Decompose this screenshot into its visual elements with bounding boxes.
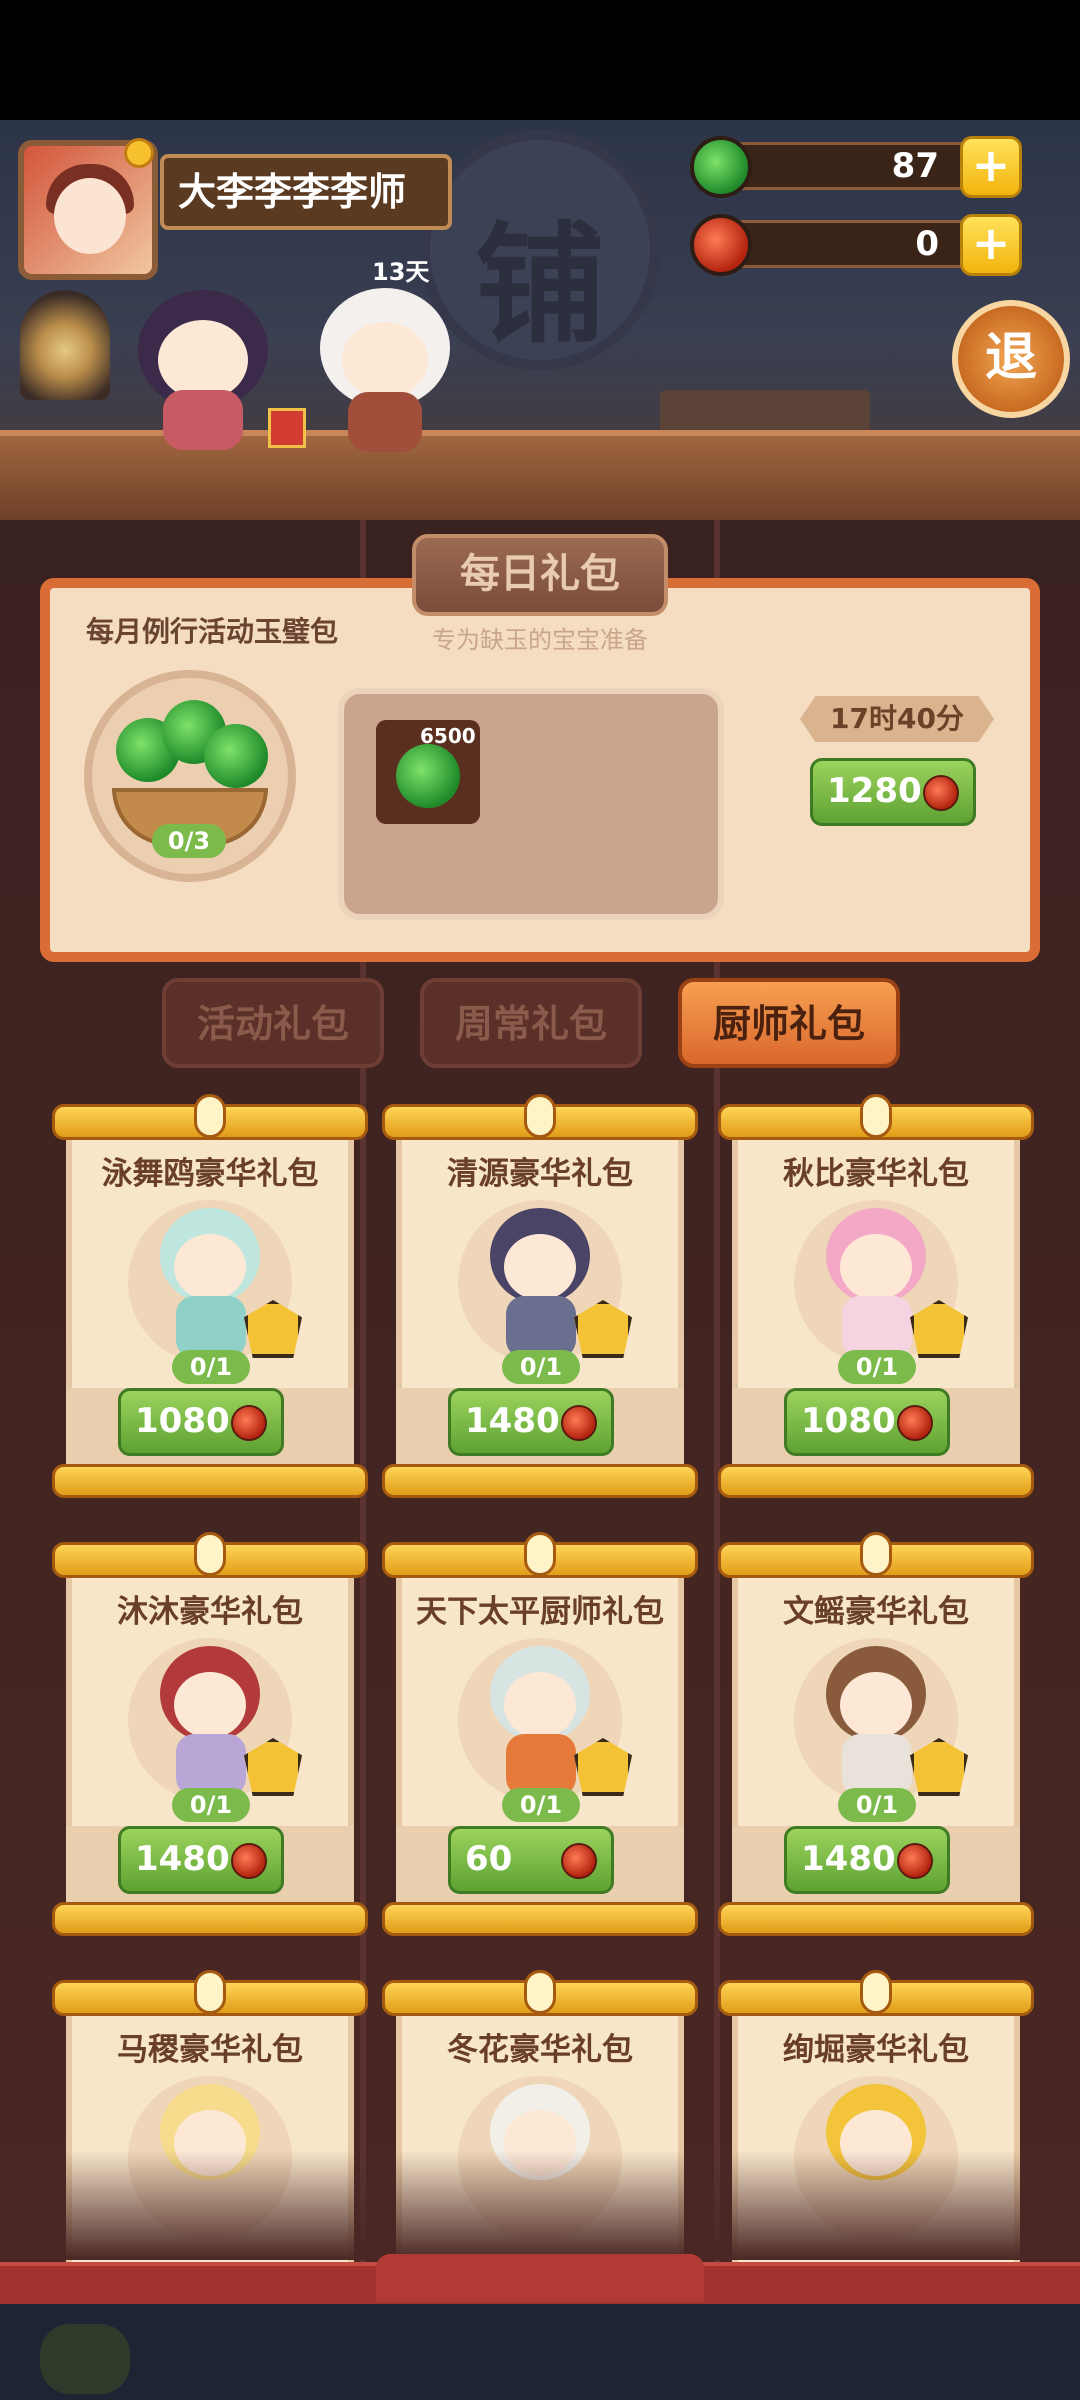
pack-title: 冬花豪华礼包 xyxy=(447,2032,633,2068)
bottom-tab xyxy=(376,2254,704,2302)
red-jade-icon xyxy=(561,1405,597,1441)
pack-title: 文鳐豪华礼包 xyxy=(783,1594,969,1630)
chef-face xyxy=(174,1672,246,1738)
price-label: 1080 xyxy=(135,1401,230,1441)
companion-days-label: 13天 xyxy=(372,258,430,286)
price-label: 1080 xyxy=(801,1401,896,1441)
chef-pack-card[interactable]: 天下太平厨师礼包 0/1 60 xyxy=(382,1532,698,1946)
pack-buy-button[interactable]: 1480 xyxy=(118,1826,284,1894)
reward-quantity: 6500 xyxy=(420,724,476,748)
background-scene xyxy=(0,2304,1080,2400)
tab-chef-packs[interactable]: 厨师礼包 xyxy=(678,978,900,1068)
add-ruby-button[interactable]: + xyxy=(960,214,1022,276)
chef-pack-card[interactable]: 秋比豪华礼包 0/1 1080 xyxy=(718,1094,1034,1508)
pack-progress: 0/1 xyxy=(838,1350,916,1384)
vip-badge-icon xyxy=(124,138,154,168)
daily-pack-title: 每日礼包 xyxy=(412,534,668,616)
chef-face xyxy=(504,1672,576,1738)
scroll-knob xyxy=(524,1532,556,1576)
red-jade-icon xyxy=(897,1843,933,1879)
pack-progress: 0/1 xyxy=(172,1350,250,1384)
pack-title: 沐沐豪华礼包 xyxy=(117,1594,303,1630)
pack-buy-button[interactable]: 1480 xyxy=(448,1388,614,1456)
red-jade-icon xyxy=(231,1843,267,1879)
pack-title: 绚堀豪华礼包 xyxy=(783,2032,969,2068)
chef-body xyxy=(176,1734,246,1796)
pack-title: 马稷豪华礼包 xyxy=(117,2032,303,2068)
scroll-knob xyxy=(194,1094,226,1138)
pack-progress: 0/1 xyxy=(838,1788,916,1822)
pack-buy-button[interactable]: 1080 xyxy=(784,1388,950,1456)
pack-progress: 0/1 xyxy=(502,1350,580,1384)
red-jade-icon xyxy=(897,1405,933,1441)
scroll-knob xyxy=(524,1970,556,2014)
status-bar xyxy=(0,0,1080,120)
scroll-rod xyxy=(718,1464,1034,1498)
pack-progress: 0/1 xyxy=(502,1788,580,1822)
chef-body xyxy=(506,1296,576,1358)
scroll-knob xyxy=(860,1094,892,1138)
pack-title: 天下太平厨师礼包 xyxy=(416,1594,664,1630)
red-jade-icon xyxy=(690,214,752,276)
daily-progress: 0/3 xyxy=(152,824,226,858)
lamp-icon xyxy=(20,290,110,400)
gift-box-icon[interactable] xyxy=(268,408,306,448)
red-jade-icon xyxy=(231,1405,267,1441)
chef-face xyxy=(174,1234,246,1300)
scroll-knob xyxy=(860,1970,892,2014)
price-label: 1280 xyxy=(827,771,922,811)
pack-buy-button[interactable]: 1480 xyxy=(784,1826,950,1894)
pack-title: 清源豪华礼包 xyxy=(447,1156,633,1192)
chef-body xyxy=(506,1734,576,1796)
scroll-rod xyxy=(52,1902,368,1936)
scroll-rod xyxy=(382,1902,698,1936)
shop-counter xyxy=(0,430,1080,520)
exit-button[interactable]: 退 xyxy=(952,300,1070,418)
red-jade-icon xyxy=(561,1843,597,1879)
scroll-knob xyxy=(860,1532,892,1576)
chef-face xyxy=(504,1234,576,1300)
chef-pack-card[interactable]: 泳舞鸥豪华礼包 0/1 1080 xyxy=(52,1094,368,1508)
scroll-rod xyxy=(52,1464,368,1498)
daily-timer: 17时40分 xyxy=(800,696,994,742)
chef-character-white-hair[interactable] xyxy=(310,270,460,452)
daily-buy-button[interactable]: 1280 xyxy=(810,758,976,826)
chef-character-princess[interactable] xyxy=(118,270,288,450)
pack-title: 秋比豪华礼包 xyxy=(783,1156,969,1192)
green-jade-icon xyxy=(690,136,752,198)
price-label: 60 xyxy=(465,1839,513,1879)
green-jade-icon xyxy=(396,744,460,808)
chef-pack-card[interactable]: 文鳐豪华礼包 0/1 1480 xyxy=(718,1532,1034,1946)
tab-event-packs[interactable]: 活动礼包 xyxy=(162,978,384,1068)
chef-body xyxy=(842,1734,912,1796)
pack-progress: 0/1 xyxy=(172,1788,250,1822)
chef-face xyxy=(840,1672,912,1738)
chef-face xyxy=(840,1234,912,1300)
daily-pack-name: 每月例行活动玉璧包 xyxy=(86,615,339,648)
red-jade-icon xyxy=(923,775,959,811)
chef-body xyxy=(842,1296,912,1358)
pack-title: 泳舞鸥豪华礼包 xyxy=(101,1156,319,1192)
scroll-rod xyxy=(718,1902,1034,1936)
price-label: 1480 xyxy=(135,1839,230,1879)
pack-buy-button[interactable]: 1080 xyxy=(118,1388,284,1456)
pack-buy-button[interactable]: 60 xyxy=(448,1826,614,1894)
daily-pack-subtitle: 专为缺玉的宝宝准备 xyxy=(432,626,648,654)
avatar[interactable] xyxy=(18,138,158,280)
scroll-knob xyxy=(524,1094,556,1138)
chef-pack-card[interactable]: 沐沐豪华礼包 0/1 1480 xyxy=(52,1532,368,1946)
ruby-currency: 0 + xyxy=(690,214,1030,276)
grid-fade xyxy=(0,2150,1080,2260)
scroll-knob xyxy=(194,1532,226,1576)
add-jade-button[interactable]: + xyxy=(960,136,1022,198)
scroll-knob xyxy=(194,1970,226,2014)
chef-pack-card[interactable]: 清源豪华礼包 0/1 1480 xyxy=(382,1094,698,1508)
scroll-rod xyxy=(382,1464,698,1498)
price-label: 1480 xyxy=(465,1401,560,1441)
jade-currency: 87 + xyxy=(690,136,1030,198)
price-label: 1480 xyxy=(801,1839,896,1879)
player-name: 大李李李李师 xyxy=(160,154,452,230)
tab-weekly-packs[interactable]: 周常礼包 xyxy=(420,978,642,1068)
chef-body xyxy=(176,1296,246,1358)
